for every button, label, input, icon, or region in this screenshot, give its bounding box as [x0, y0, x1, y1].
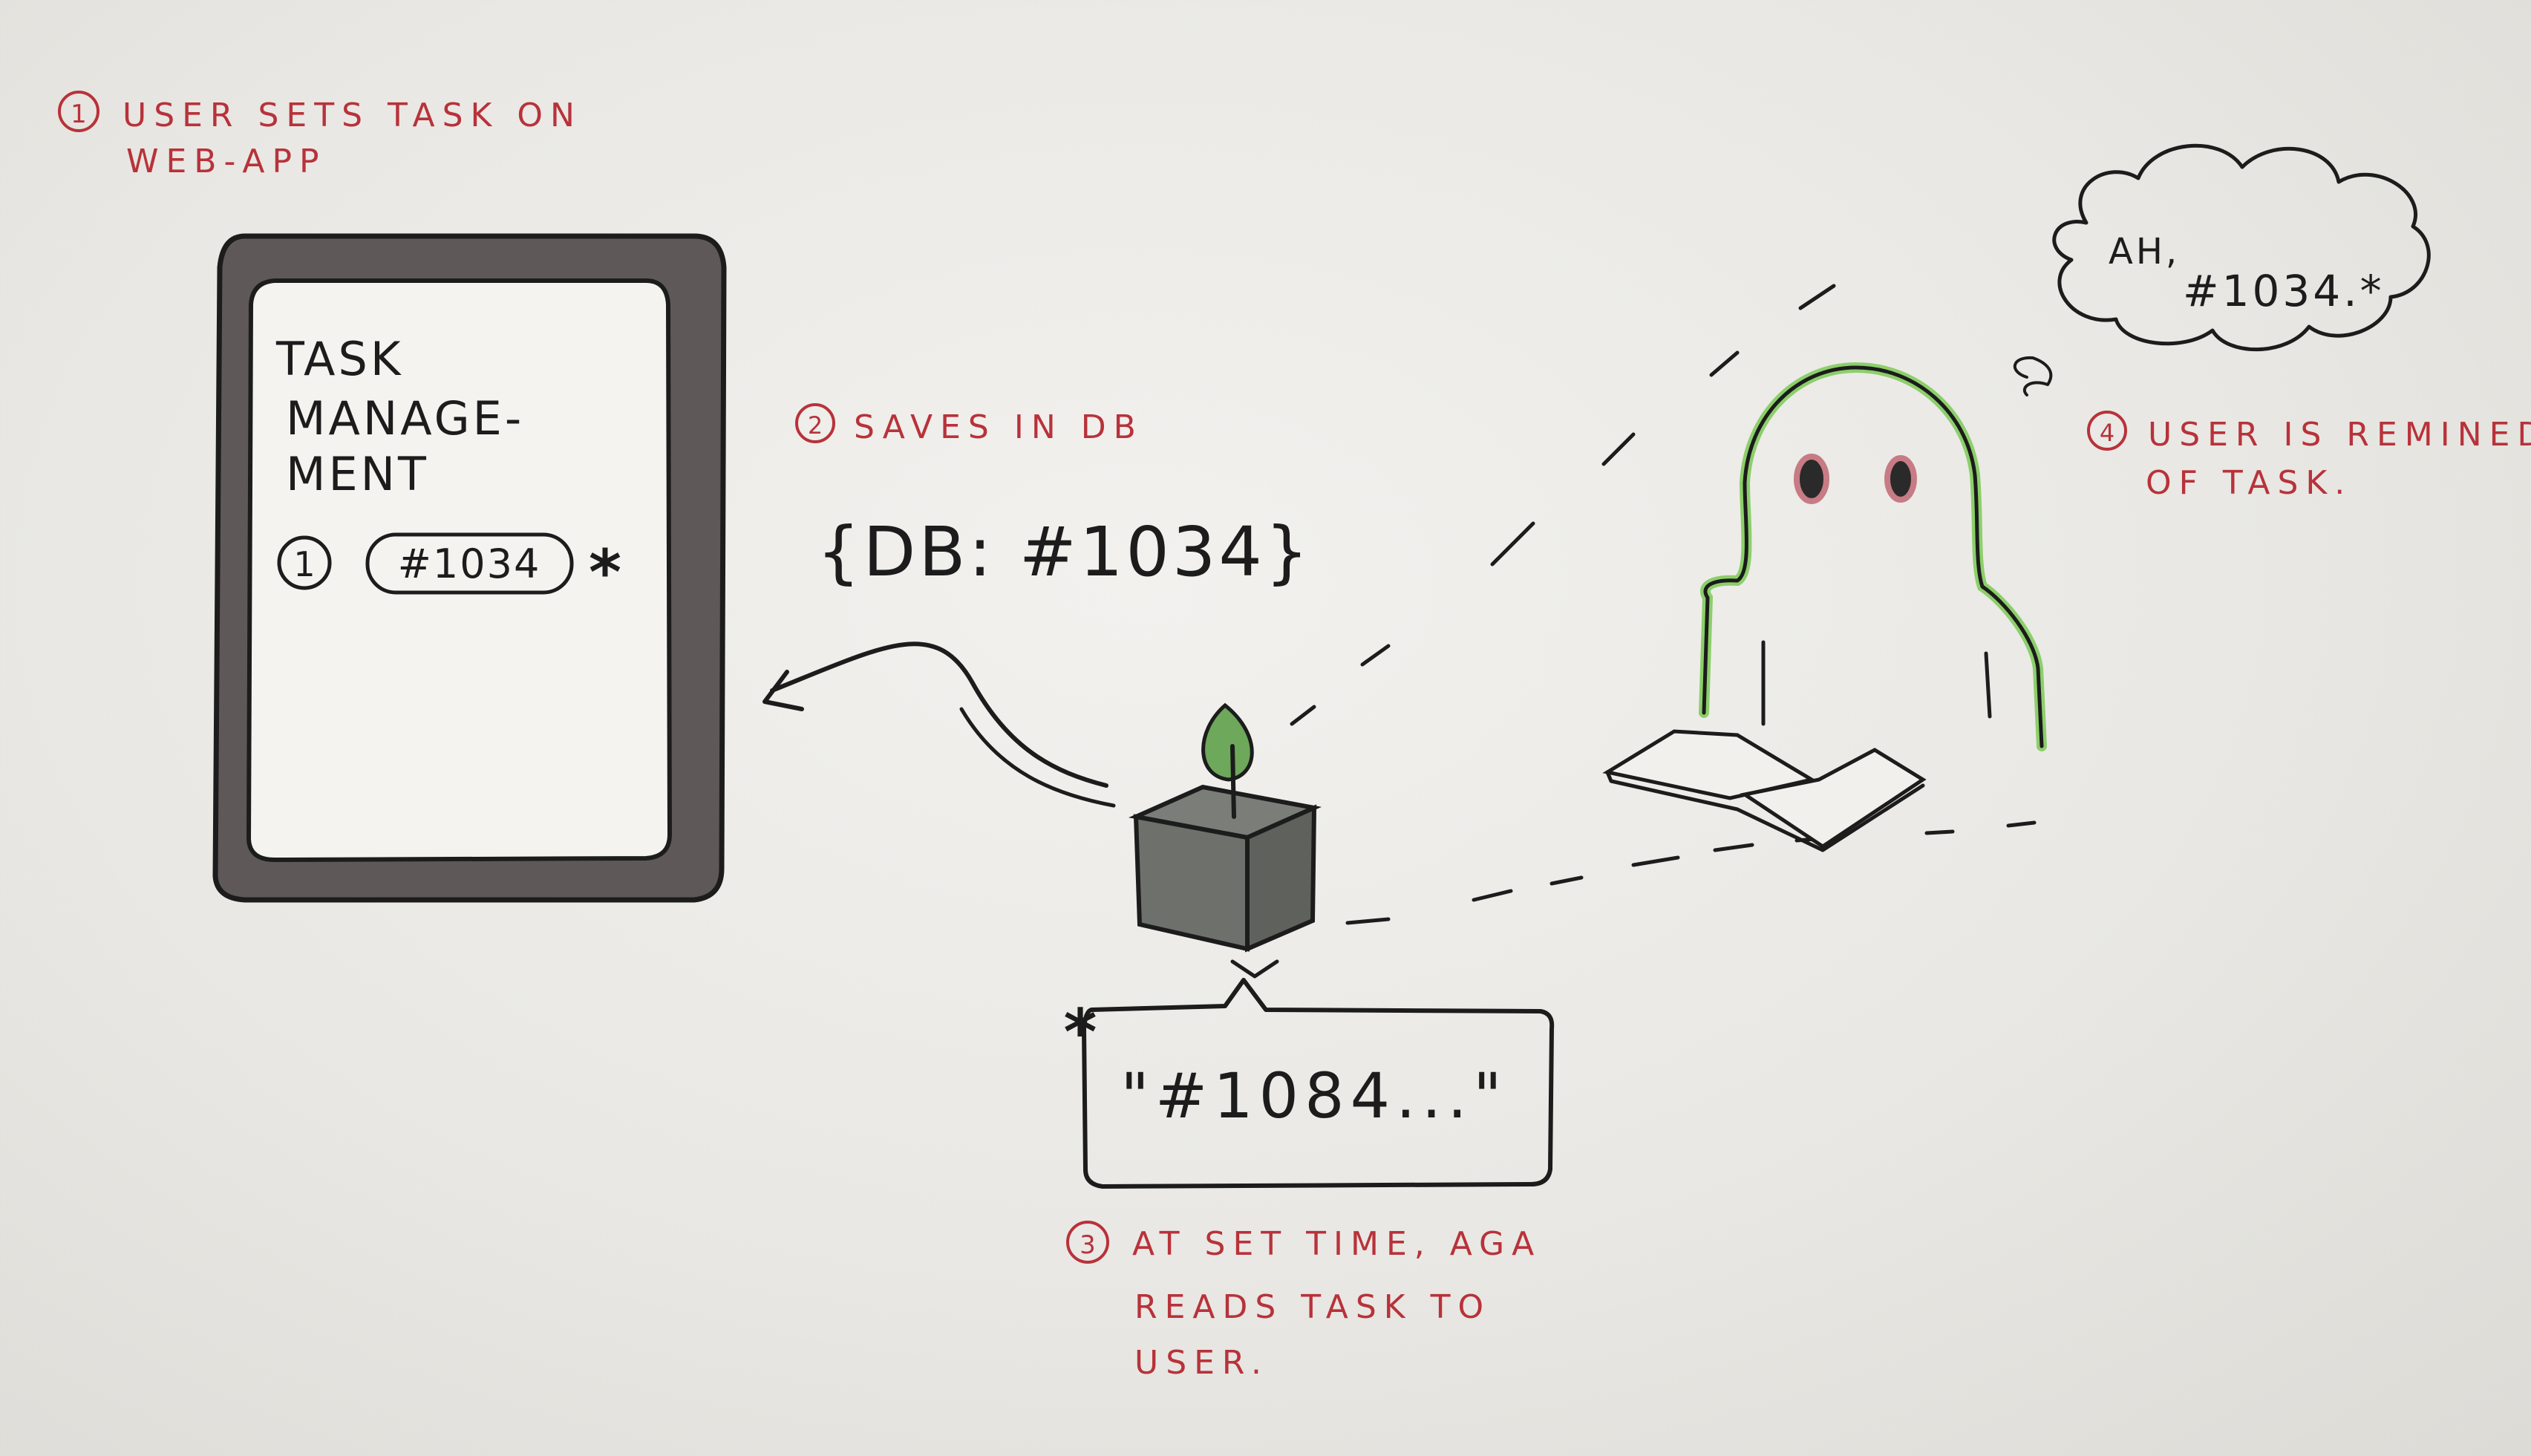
- step-1-number: 1: [71, 99, 87, 129]
- step-4-note: 4 USER IS REMINED OF TASK.: [2087, 411, 2531, 502]
- figure-green-outline: [1699, 362, 2047, 751]
- step-1-note: 1 USER SETS TASK ON WEB-APP: [58, 91, 582, 180]
- step-2-line1: SAVES IN DB: [854, 408, 1143, 446]
- step-3-line3: USER.: [1134, 1344, 1269, 1382]
- task-item-number: 1: [293, 544, 315, 584]
- speech-marker: *: [1064, 996, 1097, 1070]
- speech-text: "#1084...": [1120, 1060, 1508, 1132]
- sync-arrow-line: [770, 642, 1108, 788]
- speaker-device: [1128, 702, 1322, 979]
- whiteboard-sketch: 1 USER SETS TASK ON WEB-APP TASK MANAGE-…: [0, 0, 2531, 1456]
- step-4-line1: USER IS REMINED: [2148, 416, 2531, 454]
- sound-waves: [1290, 284, 2037, 925]
- thought-line1: AH,: [2109, 231, 2180, 272]
- tablet-title-line2: MANAGE-: [286, 391, 524, 445]
- tablet-title-line1: TASK: [275, 332, 403, 386]
- step-1-line2: WEB-APP: [126, 143, 327, 180]
- step-2-note: 2 SAVES IN DB: [795, 403, 1143, 446]
- step-2-number: 2: [808, 411, 823, 440]
- figure-right-eye: [1884, 455, 1917, 503]
- thought-trail-icon: [2013, 356, 2053, 396]
- leaf-logo-icon: [1201, 702, 1254, 782]
- tablet-title-line3: MENT: [286, 447, 429, 501]
- step-3-number: 3: [1080, 1230, 1096, 1260]
- figure-right-arm: [1984, 651, 1992, 719]
- tablet-device: TASK MANAGE- MENT 1 #1034 *: [212, 233, 727, 903]
- db-record-label: {DB: #1034}: [817, 512, 1311, 592]
- thought-line2: #1034.*: [2183, 266, 2385, 316]
- cube-caret: [1230, 959, 1279, 979]
- step-4-line2: OF TASK.: [2146, 464, 2352, 502]
- user-figure: [1602, 362, 2047, 852]
- step-3-line2: READS TASK TO: [1134, 1288, 1491, 1326]
- cube-front: [1133, 814, 1250, 952]
- figure-outline: [1702, 365, 2044, 748]
- figure-left-eye: [1794, 454, 1829, 504]
- diagram-canvas: 1 USER SETS TASK ON WEB-APP TASK MANAGE-…: [58, 91, 2531, 1382]
- thought-bubble: AH, #1034.*: [2013, 143, 2431, 396]
- sync-arrow: [762, 642, 1116, 808]
- task-item-label: #1034: [398, 541, 541, 587]
- step-4-number: 4: [2100, 419, 2114, 447]
- task-item-marker: *: [589, 536, 621, 609]
- step-3-line1: AT SET TIME, AGA: [1132, 1225, 1541, 1263]
- step-1-line1: USER SETS TASK ON: [123, 97, 582, 134]
- sync-arrow-head-icon: [762, 670, 804, 711]
- leaf-stem: [1230, 744, 1236, 819]
- step-3-note: 3 AT SET TIME, AGA READS TASK TO USER.: [1066, 1221, 1541, 1382]
- speech-bubble: * "#1084...": [1064, 978, 1555, 1189]
